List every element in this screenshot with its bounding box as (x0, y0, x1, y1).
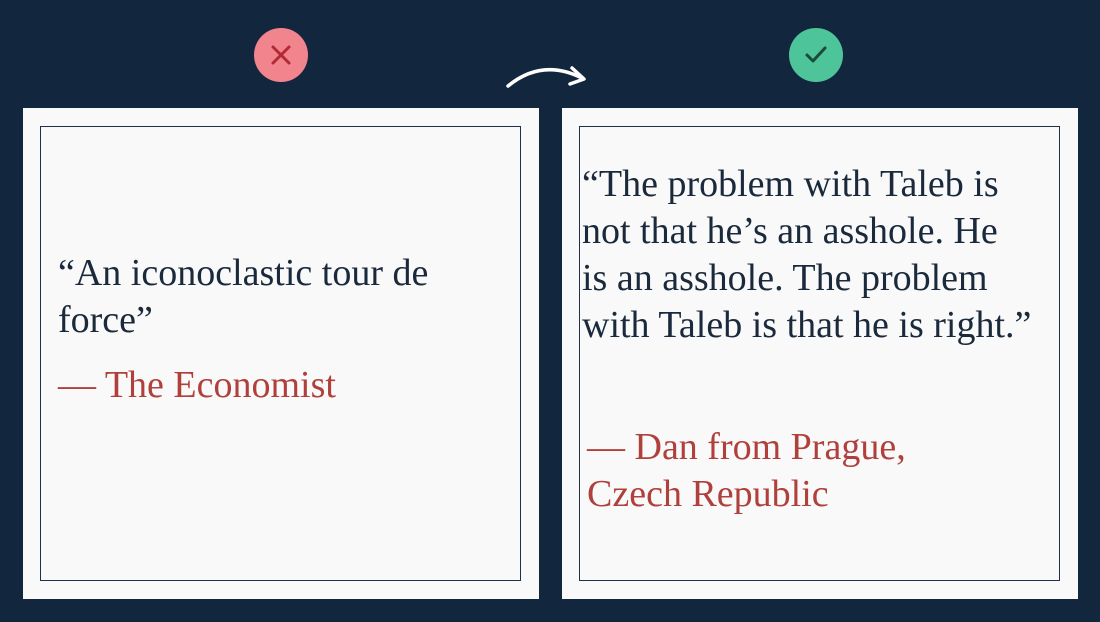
curved-arrow-right-icon (506, 66, 586, 88)
review-quote: “The problem with Taleb is not that he’s… (582, 163, 1032, 346)
card-border (40, 126, 521, 581)
review-quote: “An iconoclastic tour de force” (58, 252, 429, 341)
good-review-card: “The problem with Taleb is not that he’s… (562, 108, 1078, 599)
review-attribution: — Dan from Prague, Czech Republic (587, 426, 906, 515)
bad-review-card: “An iconoclastic tour de force” — The Ec… (23, 108, 539, 599)
review-attribution: — The Economist (58, 364, 336, 406)
bad-badge (254, 28, 308, 82)
x-icon (271, 45, 291, 65)
good-badge (789, 28, 843, 82)
check-icon (805, 46, 827, 63)
